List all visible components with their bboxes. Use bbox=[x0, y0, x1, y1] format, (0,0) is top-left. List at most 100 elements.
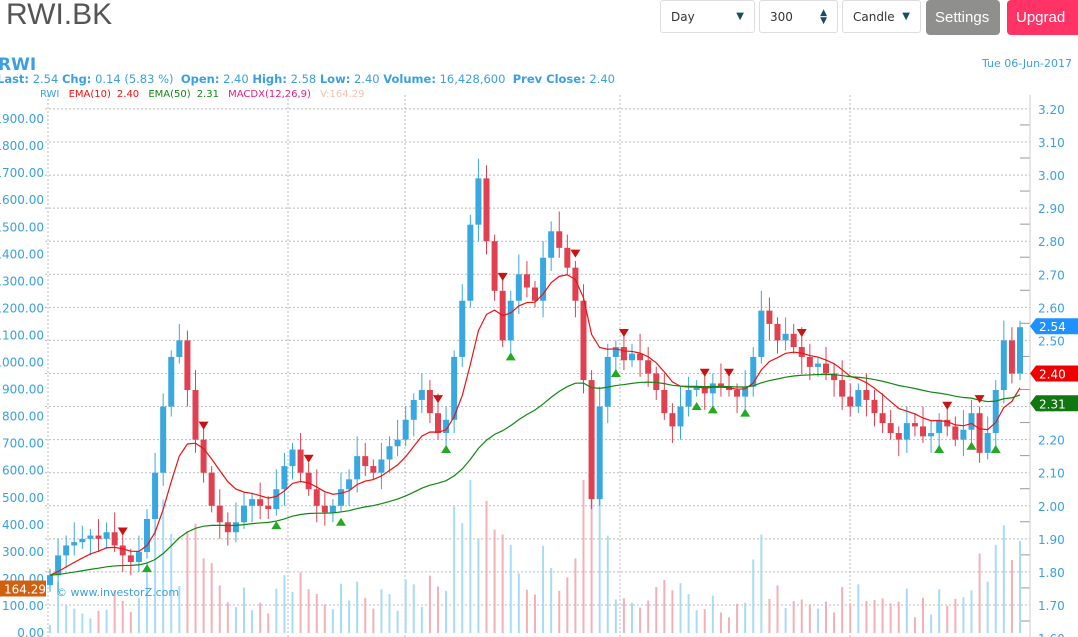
volume-bar bbox=[728, 617, 730, 633]
volume-bar bbox=[251, 610, 254, 633]
volume-bar bbox=[922, 597, 924, 633]
candle-body bbox=[71, 542, 78, 546]
candle-body bbox=[669, 413, 676, 427]
volume-bar bbox=[186, 531, 189, 633]
candle-body bbox=[273, 489, 280, 510]
volume-bar bbox=[760, 534, 763, 633]
left-axis-tick: 1200.00 bbox=[0, 301, 44, 315]
volume-bar bbox=[234, 607, 237, 633]
candle-body bbox=[645, 360, 652, 374]
volume-bar bbox=[509, 544, 512, 633]
candle-body bbox=[814, 363, 821, 367]
volume-bar bbox=[517, 573, 520, 633]
candle-body bbox=[378, 459, 385, 473]
candle-body bbox=[734, 390, 741, 397]
candle-body bbox=[168, 356, 175, 407]
price-chart[interactable]: 3.203.103.002.902.802.702.602.502.402.30… bbox=[0, 0, 1078, 637]
candle-body bbox=[774, 323, 781, 341]
volume-bar bbox=[534, 594, 536, 633]
volume-bar bbox=[194, 523, 197, 633]
candle-body bbox=[588, 380, 595, 500]
volume-bar bbox=[137, 598, 140, 633]
volume-bar bbox=[825, 601, 827, 633]
candle-body bbox=[782, 333, 789, 341]
volume-bar bbox=[469, 479, 472, 633]
sell-signal-icon bbox=[497, 272, 508, 281]
candle-body bbox=[475, 178, 482, 225]
candle-body bbox=[507, 300, 514, 341]
candle-body bbox=[321, 505, 328, 513]
candle-body bbox=[887, 423, 894, 434]
volume-bar bbox=[687, 594, 690, 633]
watermark: © www.investorZ.com bbox=[56, 586, 180, 599]
sell-signal-icon bbox=[198, 421, 209, 430]
candle-body bbox=[313, 489, 320, 506]
volume-bar bbox=[323, 604, 326, 633]
candle-body bbox=[63, 545, 70, 556]
volume-bar bbox=[550, 568, 553, 633]
volume-bar bbox=[493, 529, 496, 633]
sell-signal-icon bbox=[117, 527, 128, 536]
candle-body bbox=[847, 396, 854, 407]
left-axis-tick: 900.00 bbox=[2, 383, 44, 397]
volume-bar bbox=[946, 605, 949, 633]
volume-bar bbox=[202, 558, 205, 633]
volume-bar bbox=[315, 594, 318, 633]
ema10-badge-text: 2.40 bbox=[1039, 367, 1066, 381]
volume-bar bbox=[89, 618, 92, 633]
volume-bar bbox=[170, 533, 173, 633]
volume-bar bbox=[574, 558, 577, 633]
volume-bar bbox=[525, 589, 528, 633]
candle-body bbox=[289, 449, 296, 467]
volume-bar bbox=[412, 584, 415, 633]
candle-body bbox=[1000, 340, 1007, 391]
sell-signal-icon bbox=[796, 329, 807, 338]
volume-bar bbox=[938, 589, 941, 633]
volume-bar bbox=[606, 535, 609, 633]
sell-signal-icon bbox=[724, 368, 734, 377]
candle-body bbox=[895, 433, 902, 440]
left-axis-tick: 600.00 bbox=[2, 464, 44, 478]
volume-bar bbox=[784, 608, 787, 633]
candle-body bbox=[984, 433, 991, 453]
volume-bar bbox=[542, 545, 545, 633]
left-axis-tick: 1400.00 bbox=[0, 247, 44, 261]
candle-body bbox=[241, 505, 247, 523]
volume-bar bbox=[865, 601, 868, 633]
candle-body bbox=[119, 545, 126, 556]
left-axis-tick: 1000.00 bbox=[0, 356, 44, 370]
volume-bar bbox=[243, 587, 245, 633]
sell-signal-icon bbox=[942, 401, 953, 410]
volume-bar bbox=[380, 589, 383, 633]
right-axis-tick: 2.80 bbox=[1038, 235, 1065, 249]
volume-bar bbox=[259, 602, 262, 633]
volume-bar bbox=[121, 601, 124, 633]
candle-body bbox=[249, 499, 256, 506]
candle-body bbox=[160, 406, 167, 473]
right-axis-tick: 3.10 bbox=[1038, 136, 1065, 150]
volume-bar bbox=[1010, 559, 1013, 633]
volume-bar bbox=[275, 588, 278, 633]
candle-body bbox=[968, 413, 975, 430]
candle-body bbox=[677, 406, 684, 427]
sell-signal-icon bbox=[303, 454, 314, 463]
volume-bar bbox=[711, 595, 714, 633]
candle-body bbox=[483, 178, 490, 242]
candle-body bbox=[257, 499, 264, 506]
candle-body bbox=[992, 390, 999, 434]
volume-bar bbox=[752, 559, 755, 633]
volume-bar bbox=[404, 579, 407, 633]
candle-body bbox=[281, 466, 288, 490]
right-axis-tick: 3.20 bbox=[1038, 103, 1065, 117]
candle-body bbox=[370, 466, 377, 473]
volume-bar bbox=[1019, 541, 1021, 633]
left-axis-tick: 1500.00 bbox=[0, 220, 44, 234]
volume-bar bbox=[299, 572, 302, 633]
volume-bar bbox=[65, 604, 68, 633]
volume-bar bbox=[663, 579, 666, 633]
volume-bar bbox=[356, 581, 359, 633]
left-axis-tick: 700.00 bbox=[2, 437, 44, 451]
volume-bar bbox=[816, 608, 819, 633]
candle-body bbox=[152, 472, 159, 519]
volume-bar bbox=[582, 479, 585, 633]
